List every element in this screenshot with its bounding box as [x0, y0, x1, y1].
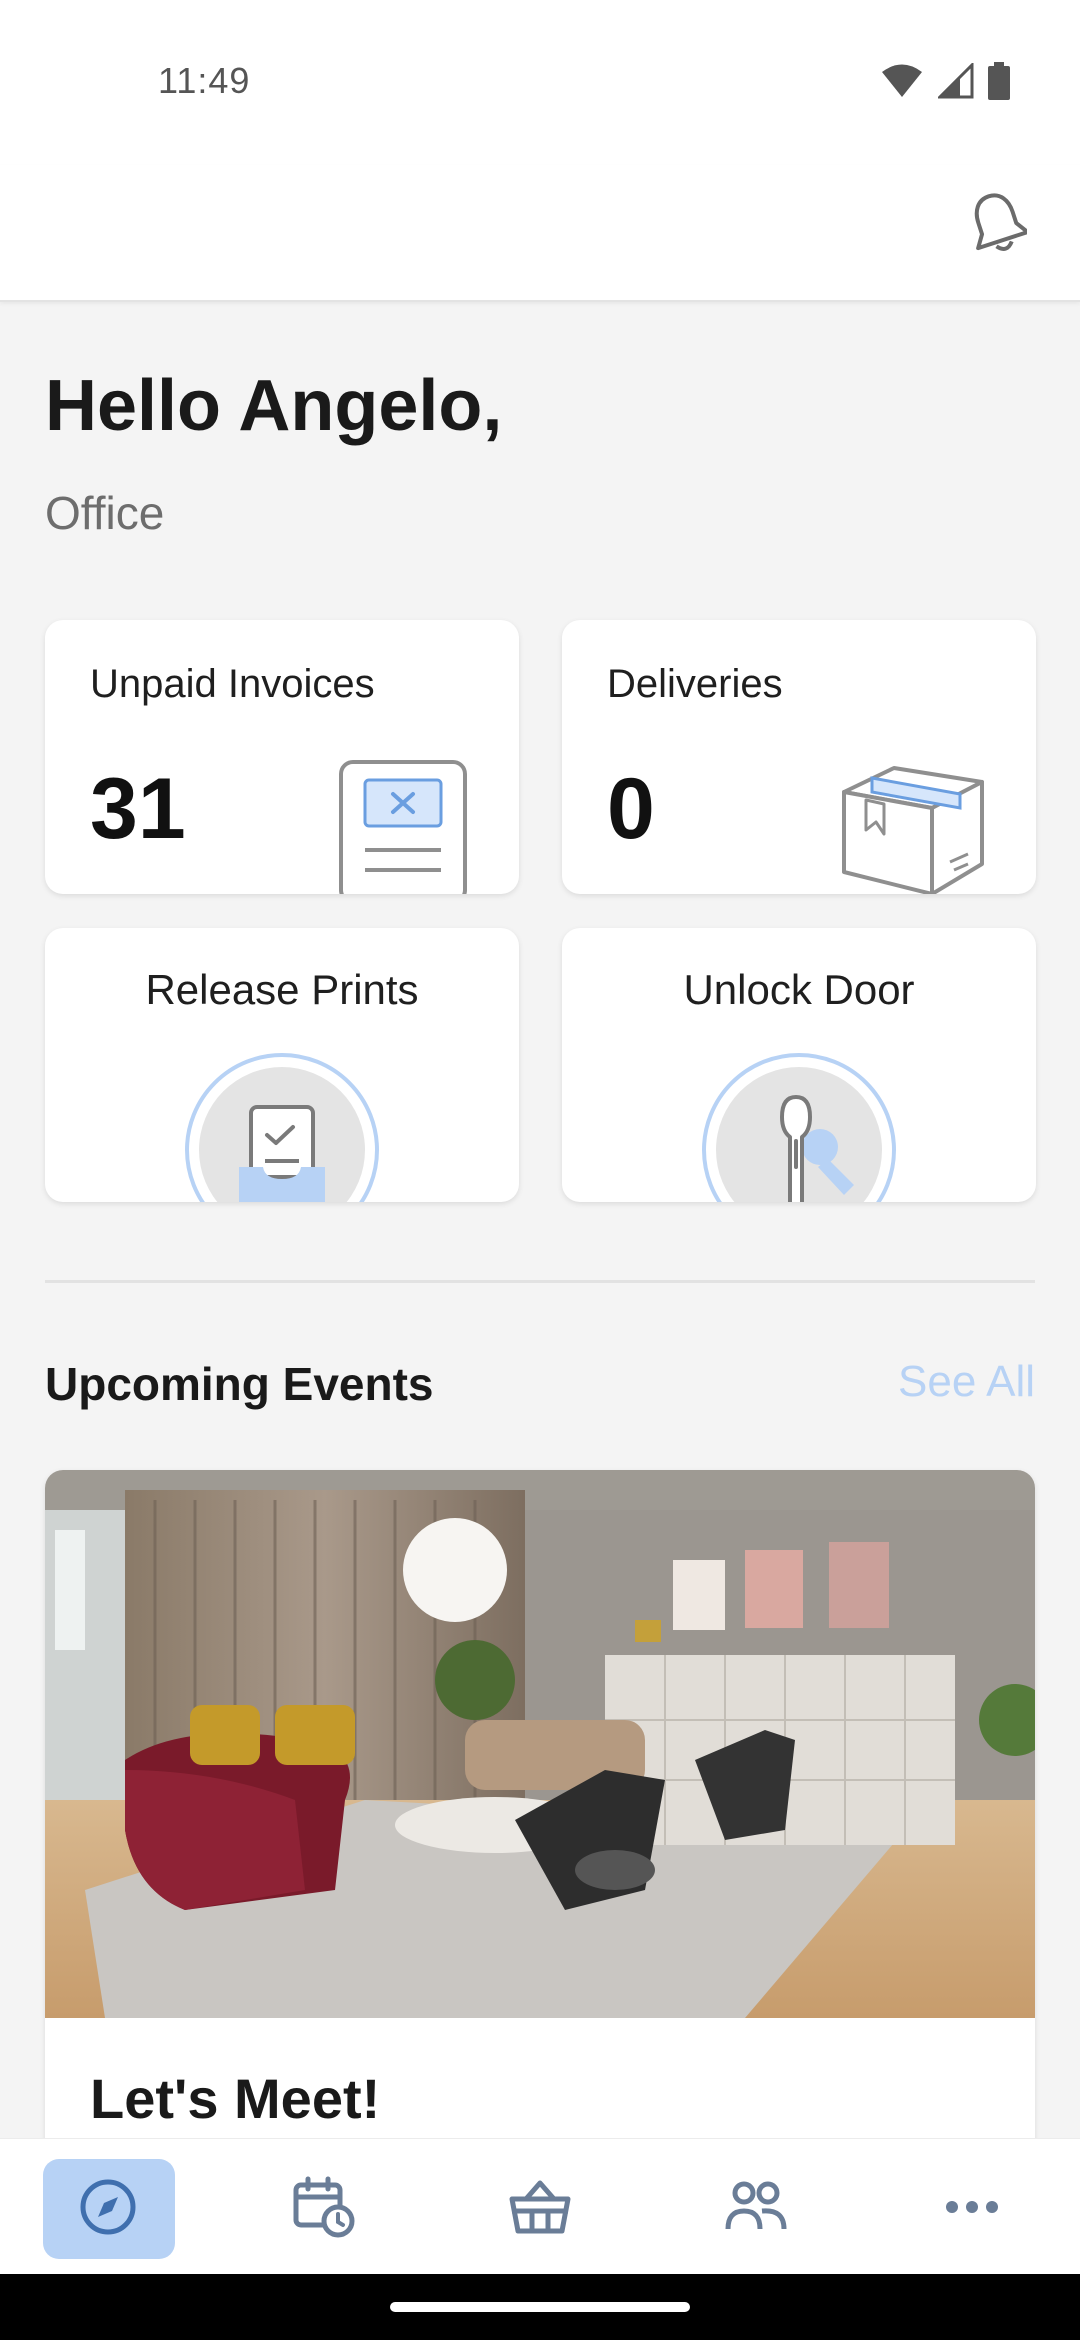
release-prints-card[interactable]: Release Prints	[45, 928, 519, 1202]
section-divider	[45, 1280, 1035, 1283]
status-icons	[880, 62, 1010, 100]
invoice-icon	[339, 760, 467, 894]
see-all-link[interactable]: See All	[898, 1357, 1035, 1407]
nav-bookings[interactable]	[216, 2139, 432, 2275]
event-title: Let's Meet!	[90, 2067, 381, 2130]
unpaid-invoices-card[interactable]: Unpaid Invoices 31	[45, 620, 519, 894]
unpaid-invoices-count: 31	[90, 761, 186, 857]
key-icon	[780, 1095, 854, 1202]
basket-icon	[509, 2180, 571, 2233]
home-gesture-handle[interactable]	[390, 2302, 690, 2312]
deliveries-count: 0	[607, 761, 655, 857]
bell-icon	[974, 193, 1027, 251]
status-bar: 11:49	[0, 0, 1080, 165]
deliveries-card[interactable]: Deliveries 0	[562, 620, 1036, 894]
notifications-button[interactable]	[962, 187, 1032, 257]
calendar-clock-icon	[293, 2176, 355, 2237]
greeting-title: Hello Angelo,	[45, 366, 503, 446]
package-icon	[842, 766, 984, 894]
cellular-signal-icon	[938, 63, 974, 99]
more-icon	[946, 2200, 998, 2213]
unlock-door-label: Unlock Door	[683, 966, 915, 1013]
nav-explore[interactable]	[0, 2139, 216, 2275]
compass-icon	[80, 2179, 136, 2234]
nav-shop[interactable]	[432, 2139, 648, 2275]
release-prints-button[interactable]	[185, 1053, 379, 1202]
deliveries-label: Deliveries	[607, 662, 783, 706]
unpaid-invoices-label: Unpaid Invoices	[90, 662, 375, 706]
people-icon	[725, 2181, 787, 2229]
release-prints-label: Release Prints	[145, 966, 419, 1013]
top-app-bar	[0, 165, 1080, 302]
unlock-door-button[interactable]	[702, 1053, 896, 1202]
unlock-door-card[interactable]: Unlock Door	[562, 928, 1036, 1202]
event-card[interactable]: Let's Meet!	[45, 1470, 1035, 2170]
nav-more[interactable]	[864, 2139, 1080, 2275]
bottom-navigation	[0, 2138, 1080, 2274]
printer-tray-icon	[239, 1105, 325, 1202]
status-time: 11:49	[158, 60, 251, 101]
wifi-icon	[882, 64, 922, 97]
nav-community[interactable]	[648, 2139, 864, 2275]
system-gesture-bar	[0, 2274, 1080, 2340]
battery-icon	[988, 62, 1010, 100]
upcoming-events-title: Upcoming Events	[45, 1358, 434, 1410]
office-lounge-photo	[45, 1470, 1035, 2018]
location-subtitle: Office	[45, 487, 165, 539]
